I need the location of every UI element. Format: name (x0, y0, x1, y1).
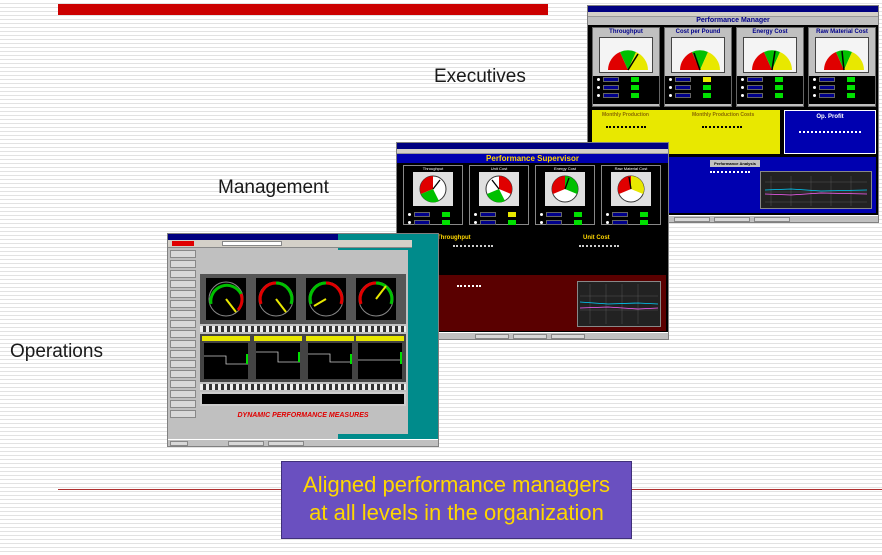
sup-unit-cost-values (579, 245, 619, 265)
ops-side-button[interactable] (170, 360, 196, 368)
ops-side-button[interactable] (170, 270, 196, 278)
ops-side-button[interactable] (170, 390, 196, 398)
ops-taskbar (168, 439, 438, 446)
exec-cost-values (702, 126, 742, 144)
sup-gauge-panel-2: Unit Cost (469, 165, 529, 225)
exec-monthly-production: Monthly Production (602, 112, 649, 118)
sup-gauge-dial (611, 172, 651, 206)
exec-gauge-face (743, 37, 797, 73)
exec-gauge-title: Throughput (609, 29, 643, 35)
sup-unit-cost-title: Unit Cost (583, 235, 610, 241)
bottom-rule-left (58, 489, 282, 490)
ops-side-button[interactable] (170, 280, 196, 288)
ops-trend-row (200, 334, 406, 382)
exec-gauge-face (815, 37, 869, 73)
sup-analysis-panel (401, 275, 666, 331)
ops-side-button[interactable] (170, 350, 196, 358)
sup-app-title: Performance Supervisor (397, 154, 668, 163)
ops-side-button[interactable] (170, 340, 196, 348)
ops-side-button[interactable] (170, 330, 196, 338)
sup-throughput-values (453, 245, 493, 265)
ops-side-button[interactable] (170, 400, 196, 408)
exec-gauge-title: Raw Material Cost (816, 29, 868, 35)
ops-status-bar (200, 392, 406, 406)
sup-gauge-dial (479, 172, 519, 206)
exec-gauge-panel-2: Cost per Pound (664, 27, 732, 107)
exec-gauge-face (671, 37, 725, 73)
ops-side-button[interactable] (170, 250, 196, 258)
sup-gauge-panel-4: Raw Material Cost (601, 165, 661, 225)
ops-side-buttons (170, 250, 196, 440)
exec-trend-chart (760, 171, 872, 209)
ops-side-button[interactable] (170, 320, 196, 328)
sup-throughput-title: Throughput (437, 235, 471, 241)
sup-analysis-list (457, 285, 481, 315)
sup-trend-chart (577, 281, 661, 327)
sup-gauge-dial (413, 172, 453, 206)
ops-side-button[interactable] (170, 290, 196, 298)
ops-side-button[interactable] (170, 260, 196, 268)
exec-app-title: Performance Manager (588, 17, 878, 25)
exec-analysis-list (710, 171, 750, 205)
sup-gauge-dial (545, 172, 585, 206)
ops-dashboard: DYNAMIC PERFORMANCE MEASURES (198, 250, 408, 434)
exec-gauge-face (599, 37, 653, 73)
ops-side-button[interactable] (170, 300, 196, 308)
exec-monthly-costs: Monthly Production Costs (692, 112, 755, 118)
exec-gauge-panel-4: Raw Material Cost (808, 27, 876, 107)
caption-line-2: at all levels in the organization (309, 500, 604, 525)
exec-op-profit-title: Op. Profit (816, 114, 844, 120)
ops-side-button[interactable] (170, 310, 196, 318)
sup-gauge-panel-3: Energy Cost (535, 165, 595, 225)
exec-gauge-title: Energy Cost (752, 29, 788, 35)
ops-side-button[interactable] (170, 380, 196, 388)
label-operations: Operations (10, 341, 103, 362)
ops-led-strip (200, 326, 406, 332)
operations-screenshot: DYNAMIC PERFORMANCE MEASURES (167, 233, 439, 447)
ops-side-button[interactable] (170, 370, 196, 378)
ops-led-strip (200, 384, 406, 390)
ops-banner: DYNAMIC PERFORMANCE MEASURES (237, 412, 369, 419)
exec-analysis-title: Performance Analysis (710, 160, 760, 167)
label-management: Management (218, 177, 329, 198)
bottom-rule-right (631, 489, 882, 490)
ops-dial-row (200, 274, 406, 324)
label-executives: Executives (434, 66, 526, 87)
ops-toolbar (168, 240, 412, 248)
exec-op-profit-values (799, 131, 861, 147)
exec-op-profit-panel: Op. Profit (784, 110, 876, 154)
exec-gauge-title: Cost per Pound (675, 29, 721, 35)
exec-gauge-panel-1: Throughput (592, 27, 660, 107)
sup-gauge-panel-1: Throughput (403, 165, 463, 225)
caption-line-1: Aligned performance managers (303, 472, 610, 497)
caption-box: Aligned performance managers at all leve… (281, 461, 632, 539)
ops-side-button[interactable] (170, 410, 196, 418)
top-accent-bar (58, 4, 548, 15)
exec-gauge-panel-3: Energy Cost (736, 27, 804, 107)
